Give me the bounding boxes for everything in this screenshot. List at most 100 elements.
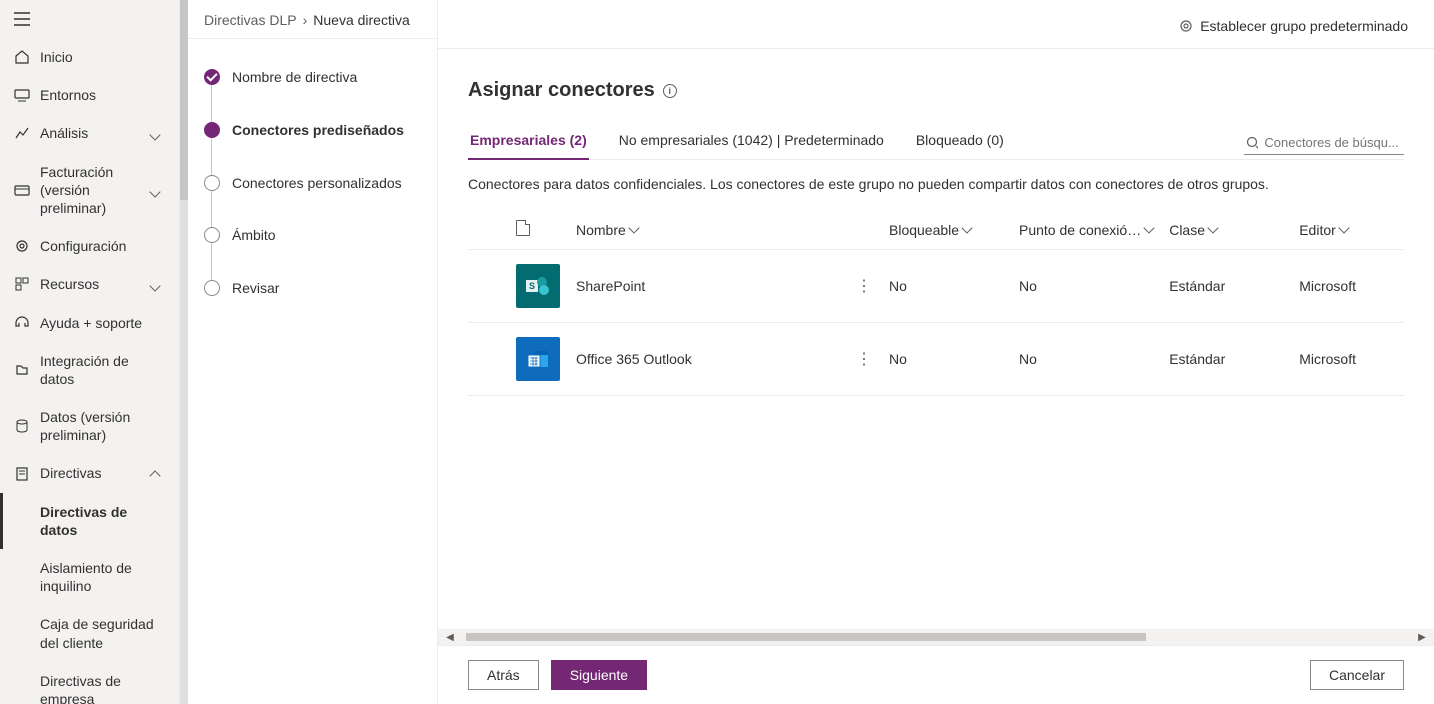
step-label: Ámbito: [232, 227, 276, 244]
chevron-down-icon: [151, 126, 165, 140]
col-header-select[interactable]: [468, 210, 508, 250]
stepper: Nombre de directiva Conectores prediseña…: [188, 39, 437, 327]
nav-label: Inicio: [40, 48, 165, 66]
chevron-down-icon: [1207, 222, 1218, 233]
nav-environments[interactable]: Entornos: [0, 76, 179, 114]
nav-label: Datos (versión preliminar): [40, 408, 165, 444]
nav-customer-lockbox[interactable]: Caja de seguridad del cliente: [0, 605, 179, 661]
billing-icon: [14, 182, 30, 198]
nav-label: Recursos: [40, 275, 151, 293]
connectors-table: Nombre Bloqueable Punto de conexió… Clas…: [468, 210, 1404, 396]
nav-label: Caja de seguridad del cliente: [40, 615, 165, 651]
cell-name: SharePoint: [568, 250, 848, 323]
scroll-thumb[interactable]: [466, 633, 1146, 641]
hamburger-icon: [14, 12, 30, 26]
nav-data-integration[interactable]: Integración de datos: [0, 342, 179, 398]
nav-data-policies[interactable]: Directivas de datos: [0, 493, 179, 549]
step-custom-connectors[interactable]: Conectores personalizados: [204, 175, 421, 228]
col-header-menu: [848, 210, 881, 250]
table-row[interactable]: S SharePoint ⋮ No No Estándar Microsoft: [468, 250, 1404, 323]
nav-policies[interactable]: Directivas: [0, 454, 179, 492]
gear-icon: [14, 238, 30, 254]
scroll-track[interactable]: [456, 631, 1416, 643]
step-line: [211, 191, 212, 228]
nav-label: Facturación (versión preliminar): [40, 163, 151, 218]
cell-class: Estándar: [1161, 250, 1291, 323]
step-dot-done-icon: [204, 69, 220, 85]
nav-support[interactable]: Ayuda + soporte: [0, 304, 179, 342]
tabs: Empresariales (2) No empresariales (1042…: [468, 124, 1006, 159]
chevron-down-icon: [628, 222, 639, 233]
col-header-endpoint[interactable]: Punto de conexió…: [1011, 210, 1161, 250]
cancel-button[interactable]: Cancelar: [1310, 660, 1404, 690]
nav-home[interactable]: Inicio: [0, 38, 179, 76]
step-prebuilt-connectors[interactable]: Conectores prediseñados: [204, 122, 421, 175]
step-dot-icon: [204, 175, 220, 191]
nav-billing[interactable]: Facturación (versión preliminar): [0, 153, 179, 228]
col-header-blockable[interactable]: Bloqueable: [881, 210, 1011, 250]
chevron-down-icon: [151, 277, 165, 291]
nav-label: Directivas de datos: [40, 503, 165, 539]
analytics-icon: [14, 125, 30, 141]
step-label: Conectores prediseñados: [232, 122, 404, 139]
outlook-icon: [516, 337, 560, 381]
cell-publisher: Microsoft: [1291, 250, 1404, 323]
nav-data[interactable]: Datos (versión preliminar): [0, 398, 179, 454]
cell-endpoint: No: [1011, 323, 1161, 396]
chevron-down-icon: [151, 183, 165, 197]
nav-resources[interactable]: Recursos: [0, 265, 179, 303]
tab-blocked[interactable]: Bloqueado (0): [914, 124, 1006, 160]
row-more-button[interactable]: ⋮: [856, 351, 873, 368]
row-more-button[interactable]: ⋮: [856, 278, 873, 295]
breadcrumb-parent[interactable]: Directivas DLP: [204, 12, 297, 28]
step-label: Conectores personalizados: [232, 175, 402, 192]
info-icon[interactable]: i: [663, 84, 677, 98]
nav-enterprise-policies[interactable]: Directivas de empresa: [0, 662, 179, 704]
wizard-footer: Atrás Siguiente Cancelar: [438, 645, 1434, 704]
back-button[interactable]: Atrás: [468, 660, 539, 690]
horizontal-scrollbar[interactable]: ◀ ▶: [438, 629, 1434, 645]
col-header-name[interactable]: Nombre: [568, 210, 848, 250]
scroll-left-icon[interactable]: ◀: [444, 632, 456, 643]
left-nav-scrollbar[interactable]: [180, 0, 188, 704]
step-label: Nombre de directiva: [232, 69, 357, 86]
chevron-down-icon: [961, 222, 972, 233]
nav-label: Análisis: [40, 124, 151, 142]
file-icon: [516, 220, 530, 236]
search-box[interactable]: [1244, 131, 1404, 155]
step-scope[interactable]: Ámbito: [204, 227, 421, 280]
nav-settings[interactable]: Configuración: [0, 227, 179, 265]
chevron-down-icon: [1144, 222, 1155, 233]
step-label: Revisar: [232, 280, 279, 297]
nav-analytics[interactable]: Análisis: [0, 114, 179, 152]
set-default-group-button[interactable]: Establecer grupo predeterminado: [1172, 14, 1414, 38]
col-header-icon: [508, 210, 568, 250]
nav-label: Aislamiento de inquilino: [40, 559, 165, 595]
step-dot-current-icon: [204, 122, 220, 138]
nav-label: Entornos: [40, 86, 165, 104]
table-row[interactable]: Office 365 Outlook ⋮ No No Estándar Micr…: [468, 323, 1404, 396]
tab-non-business[interactable]: No empresariales (1042) | Predeterminado: [617, 124, 886, 160]
environments-icon: [14, 87, 30, 103]
search-input[interactable]: [1264, 135, 1402, 150]
left-nav: Inicio Entornos Análisis Facturación (ve…: [0, 0, 180, 704]
content-area: Asignar conectores i Empresariales (2) N…: [438, 49, 1434, 645]
nav-tenant-isolation[interactable]: Aislamiento de inquilino: [0, 549, 179, 605]
step-policy-name[interactable]: Nombre de directiva: [204, 69, 421, 122]
scroll-right-icon[interactable]: ▶: [1416, 632, 1428, 643]
nav-label: Configuración: [40, 237, 165, 255]
data-integration-icon: [14, 362, 30, 378]
step-dot-icon: [204, 280, 220, 296]
step-dot-icon: [204, 227, 220, 243]
top-actions-bar: Establecer grupo predeterminado: [438, 0, 1434, 49]
tabs-row: Empresariales (2) No empresariales (1042…: [468, 124, 1404, 160]
col-header-publisher[interactable]: Editor: [1291, 210, 1404, 250]
stepper-pane: Directivas DLP › Nueva directiva Nombre …: [188, 0, 438, 704]
next-button[interactable]: Siguiente: [551, 660, 647, 690]
cell-class: Estándar: [1161, 323, 1291, 396]
cell-name: Office 365 Outlook: [568, 323, 848, 396]
step-review[interactable]: Revisar: [204, 280, 421, 297]
hamburger-button[interactable]: [0, 0, 179, 38]
col-header-class[interactable]: Clase: [1161, 210, 1291, 250]
tab-business[interactable]: Empresariales (2): [468, 124, 589, 160]
